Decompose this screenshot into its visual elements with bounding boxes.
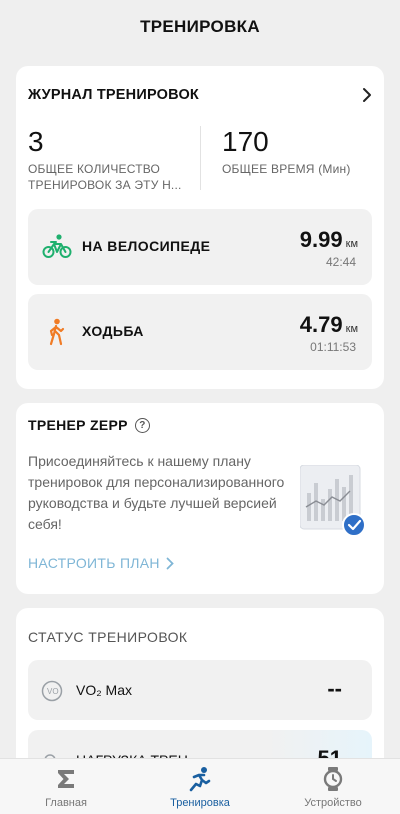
workout-log-header[interactable]: ЖУРНАЛ ТРЕНИРОВОК <box>28 86 376 104</box>
activity-name: НА ВЕЛОСИПЕДЕ <box>82 238 211 254</box>
activity-duration: 01:11:53 <box>310 340 356 354</box>
total-time-stat: 170 ОБЩЕЕ ВРЕМЯ (Мин) <box>222 126 372 177</box>
activity-name: ХОДЬБА <box>82 323 144 339</box>
sigma-icon <box>16 765 116 793</box>
distance-unit: км <box>345 238 358 250</box>
activity-row-cycling[interactable]: НА ВЕЛОСИПЕДЕ 9.99 км 42:44 <box>28 209 372 285</box>
setup-plan-label: НАСТРОИТЬ ПЛАН <box>28 555 160 571</box>
svg-text:VO: VO <box>47 687 59 696</box>
training-status-title: СТАТУС ТРЕНИРОВОК <box>28 629 188 645</box>
zepp-coach-card: ТРЕНЕР ZEPP ? Присоединяйтесь к нашему п… <box>16 403 384 594</box>
activity-distance: 4.79 км <box>300 312 358 338</box>
chevron-right-icon <box>166 557 174 569</box>
help-icon[interactable]: ? <box>134 417 150 433</box>
vo2max-row[interactable]: VO VO₂ Max -- <box>28 660 372 720</box>
bike-icon <box>42 233 72 261</box>
tab-label: Главная <box>45 797 87 809</box>
tab-label: Тренировка <box>170 797 230 809</box>
distance-value: 4.79 <box>299 312 343 337</box>
distance-unit: км <box>345 323 358 335</box>
vo2max-label: VO₂ Max <box>76 682 132 698</box>
coach-header: ТРЕНЕР ZEPP ? <box>28 417 150 433</box>
page-title: ТРЕНИРОВКА <box>140 17 260 36</box>
plan-chart-illustration-icon <box>299 464 366 537</box>
vo2max-value: -- <box>327 676 342 701</box>
total-workouts-label: ОБЩЕЕ КОЛИЧЕСТВО ТРЕНИРОВОК ЗА ЭТУ Н... <box>28 162 182 192</box>
chevron-right-icon[interactable] <box>358 86 376 104</box>
coach-description: Присоединяйтесь к нашему плану тренирово… <box>28 453 285 532</box>
coach-title: ТРЕНЕР ZEPP <box>28 417 128 433</box>
total-workouts-stat: 3 ОБЩЕЕ КОЛИЧЕСТВО ТРЕНИРОВОК ЗА ЭТУ Н..… <box>28 126 188 193</box>
setup-plan-link[interactable]: НАСТРОИТЬ ПЛАН <box>28 555 174 571</box>
walk-icon <box>42 318 72 346</box>
watch-icon <box>283 765 383 793</box>
tab-label: Устройство <box>304 797 362 809</box>
top-header: ТРЕНИРОВКА <box>0 0 400 60</box>
workout-log-card[interactable]: ЖУРНАЛ ТРЕНИРОВОК 3 ОБЩЕЕ КОЛИЧЕСТВО ТРЕ… <box>16 66 384 389</box>
workout-log-title: ЖУРНАЛ ТРЕНИРОВОК <box>28 87 199 103</box>
vo2-icon: VO <box>40 678 66 704</box>
bottom-tab-bar: Главная Тренировка Устройство <box>0 758 400 814</box>
distance-value: 9.99 <box>299 227 343 252</box>
total-time-value: 170 <box>222 126 269 157</box>
total-time-label: ОБЩЕЕ ВРЕМЯ (Мин) <box>222 162 351 176</box>
total-workouts-value: 3 <box>28 126 44 157</box>
tab-training[interactable]: Тренировка <box>150 765 250 809</box>
workout-stats: 3 ОБЩЕЕ КОЛИЧЕСТВО ТРЕНИРОВОК ЗА ЭТУ Н..… <box>28 126 372 196</box>
tab-device[interactable]: Устройство <box>283 765 383 809</box>
stats-divider <box>200 126 201 190</box>
activity-row-walking[interactable]: ХОДЬБА 4.79 км 01:11:53 <box>28 294 372 370</box>
activity-distance: 9.99 км <box>300 227 358 253</box>
tab-home[interactable]: Главная <box>16 765 116 809</box>
runner-icon <box>150 765 250 793</box>
activity-duration: 42:44 <box>325 255 356 269</box>
